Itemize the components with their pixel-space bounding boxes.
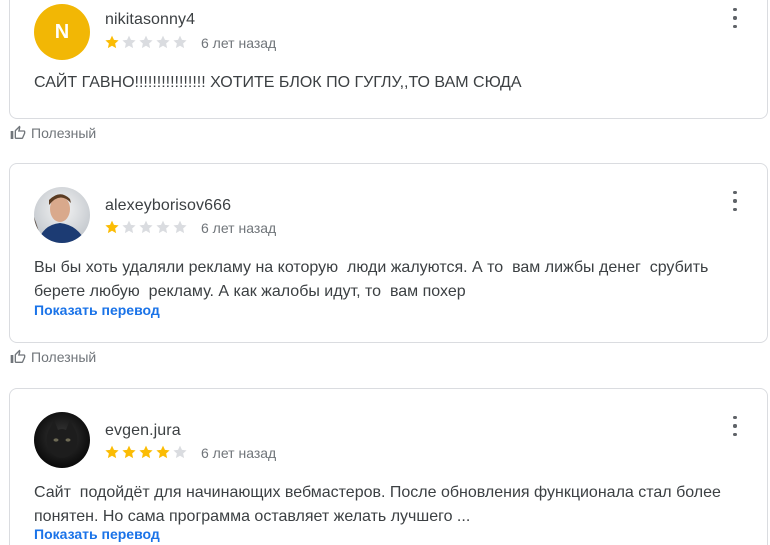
review-card: alexeyborisov666 6 лет назад Вы бы хоть … — [9, 163, 768, 343]
reviewer-name[interactable]: evgen.jura — [105, 422, 181, 440]
star-empty-icon — [139, 220, 153, 234]
helpful-label: Полезный — [31, 125, 97, 141]
avatar-photo — [34, 187, 90, 243]
show-translation-link[interactable]: Показать перевод — [34, 302, 160, 318]
star-filled-icon — [105, 35, 119, 49]
helpful-label: Полезный — [31, 349, 97, 365]
star-rating — [104, 219, 188, 235]
reviews-feed: N nikitasonny4 6 лет назад САЙТ ГАВНО!!!… — [0, 0, 770, 545]
review-card: N nikitasonny4 6 лет назад САЙТ ГАВНО!!!… — [9, 0, 768, 119]
show-translation-link[interactable]: Показать перевод — [34, 526, 160, 542]
more-options-icon[interactable] — [731, 191, 739, 211]
star-empty-icon — [156, 220, 170, 234]
thumb-up-icon — [10, 125, 26, 139]
star-rating — [104, 444, 188, 460]
avatar[interactable] — [34, 187, 90, 243]
review-date: 6 лет назад — [201, 220, 277, 236]
reviewer-name[interactable]: nikitasonny4 — [105, 11, 195, 29]
avatar[interactable]: N — [34, 4, 90, 60]
star-filled-icon — [122, 445, 136, 459]
star-empty-icon — [173, 445, 187, 459]
thumb-up-icon — [10, 349, 26, 363]
star-filled-icon — [105, 220, 119, 234]
avatar-letter: N — [54, 20, 70, 43]
star-empty-icon — [122, 35, 136, 49]
star-rating — [104, 34, 188, 50]
star-empty-icon — [156, 35, 170, 49]
review-text: Сайт подойдёт для начинающих вебмастеров… — [34, 484, 721, 525]
star-empty-icon — [173, 220, 187, 234]
star-filled-icon — [105, 445, 119, 459]
review-text: Вы бы хоть удаляли рекламу на которую лю… — [34, 259, 709, 300]
more-options-icon[interactable] — [731, 416, 739, 436]
star-filled-icon — [156, 445, 170, 459]
star-filled-icon — [139, 445, 153, 459]
review-text: САЙТ ГАВНО!!!!!!!!!!!!!!!! ХОТИТЕ БЛОК П… — [34, 74, 522, 91]
star-empty-icon — [139, 35, 153, 49]
helpful-button[interactable]: Полезный — [10, 349, 96, 365]
reviewer-name[interactable]: alexeyborisov666 — [105, 197, 231, 215]
helpful-button[interactable]: Полезный — [10, 125, 96, 141]
review-date: 6 лет назад — [201, 35, 277, 51]
review-date: 6 лет назад — [201, 445, 277, 461]
avatar[interactable] — [34, 412, 90, 468]
star-empty-icon — [173, 35, 187, 49]
avatar-photo — [34, 412, 90, 468]
more-options-icon[interactable] — [731, 8, 739, 28]
review-card: evgen.jura 6 лет назад Сайт подойдёт для… — [9, 388, 768, 545]
star-empty-icon — [122, 220, 136, 234]
